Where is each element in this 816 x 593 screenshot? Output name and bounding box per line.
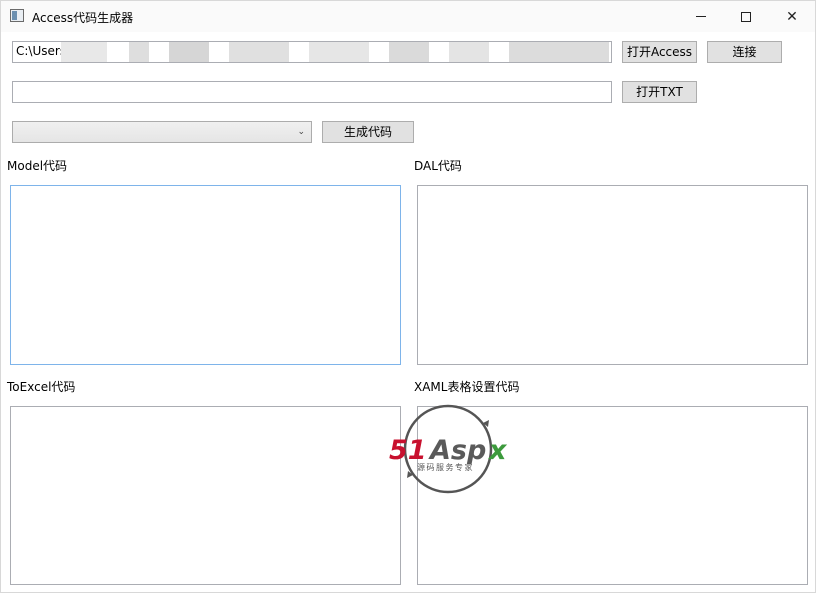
toexcel-code-textarea[interactable]: [10, 406, 401, 585]
redacted-block: [169, 42, 209, 62]
svg-text:源码服务专家: 源码服务专家: [417, 462, 474, 472]
close-button[interactable]: ✕: [769, 1, 815, 32]
svg-text:x: x: [487, 435, 508, 466]
redacted-block: [61, 42, 107, 62]
redacted-block: [309, 42, 369, 62]
minimize-button[interactable]: [678, 1, 724, 32]
access-path-input[interactable]: C:\Users: [12, 41, 612, 63]
app-window: Access代码生成器 ✕ C:\Users 打开Access 连接 打开TXT…: [0, 0, 816, 593]
access-path-value: C:\Users: [16, 44, 67, 58]
model-code-textarea[interactable]: [10, 185, 401, 365]
dal-code-label: DAL代码: [414, 159, 462, 173]
redacted-block: [389, 42, 429, 62]
chevron-down-icon: ⌄: [297, 127, 305, 137]
txt-path-input[interactable]: [12, 81, 612, 103]
generate-code-button[interactable]: 生成代码: [322, 121, 414, 143]
title-bar[interactable]: Access代码生成器 ✕: [1, 1, 815, 32]
app-window-icon: [10, 9, 24, 22]
open-access-button[interactable]: 打开Access: [622, 41, 697, 63]
minimize-icon: [696, 16, 706, 17]
table-select[interactable]: ⌄: [12, 121, 312, 143]
close-icon: ✕: [786, 8, 798, 25]
connect-button[interactable]: 连接: [707, 41, 782, 63]
maximize-icon: [741, 11, 751, 22]
redacted-block: [129, 42, 149, 62]
redacted-block: [509, 42, 609, 62]
model-code-label: Model代码: [7, 159, 68, 173]
redacted-block: [449, 42, 489, 62]
window-title: Access代码生成器: [32, 11, 134, 25]
svg-text:Asp: Asp: [428, 435, 486, 466]
redacted-block: [229, 42, 289, 62]
watermark-logo: 51 Asp x 源码服务专家: [389, 404, 508, 494]
xaml-code-label: XAML表格设置代码: [414, 380, 520, 394]
toexcel-code-label: ToExcel代码: [7, 380, 76, 394]
svg-text:51: 51: [389, 435, 427, 466]
open-txt-button[interactable]: 打开TXT: [622, 81, 697, 103]
maximize-button[interactable]: [723, 1, 769, 32]
dal-code-textarea[interactable]: [417, 185, 808, 365]
